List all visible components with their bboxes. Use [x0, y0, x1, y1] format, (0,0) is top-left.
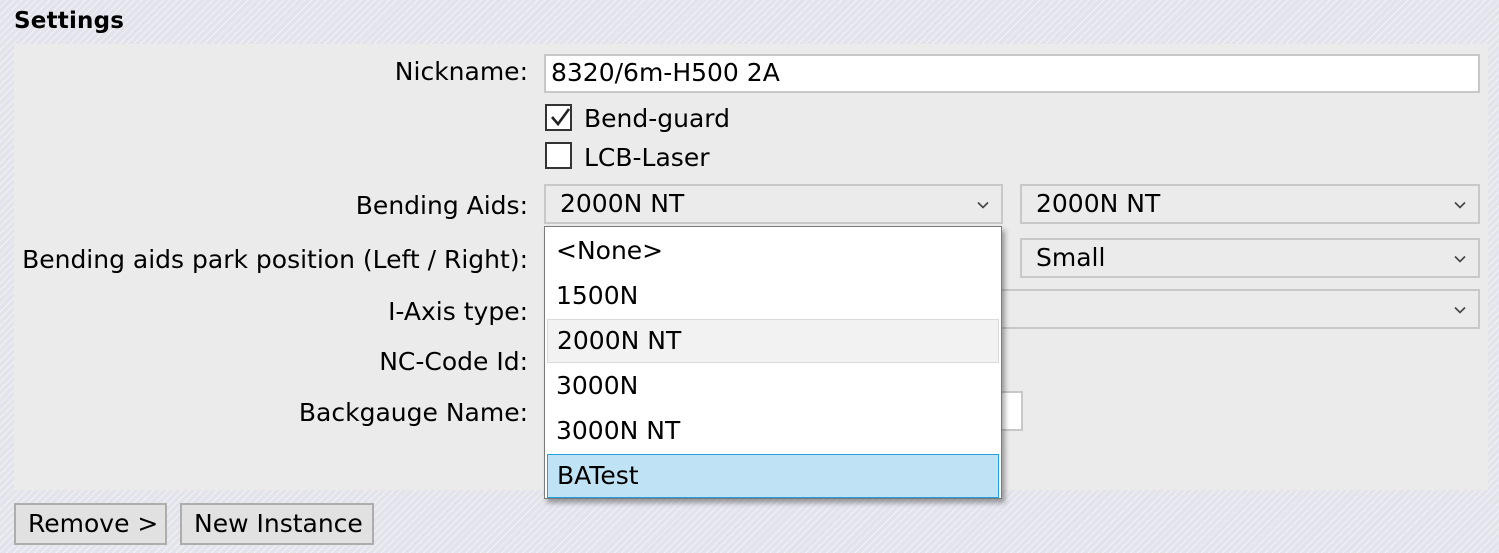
chevron-down-icon — [1454, 201, 1466, 209]
dropdown-option[interactable]: 1500N — [547, 275, 999, 319]
bending-aids-right-value: 2000N NT — [1036, 189, 1161, 218]
backgauge-label: Backgauge Name: — [298, 398, 528, 427]
dropdown-option[interactable]: 3000N NT — [547, 410, 999, 454]
nickname-input[interactable]: 8320/6m-H500 2A — [544, 54, 1480, 93]
bend-guard-label: Bend-guard — [584, 104, 731, 133]
lcb-laser-label: LCB-Laser — [584, 143, 710, 172]
bend-guard-checkbox[interactable] — [545, 104, 572, 131]
bending-aids-right-select[interactable]: 2000N NT — [1020, 184, 1480, 224]
dropdown-option-hovered[interactable]: 2000N NT — [547, 319, 999, 363]
park-position-label: Bending aids park position (Left / Right… — [22, 245, 528, 274]
chevron-down-icon — [1454, 255, 1466, 263]
nickname-label: Nickname: — [394, 57, 528, 86]
bending-aids-left-select[interactable]: 2000N NT — [544, 184, 1003, 224]
chevron-down-icon — [1454, 306, 1466, 314]
section-title: Settings — [14, 8, 125, 34]
lcb-laser-checkbox[interactable] — [545, 142, 572, 169]
chevron-down-icon — [977, 201, 989, 209]
remove-button[interactable]: Remove > — [14, 503, 167, 545]
dropdown-option[interactable]: 3000N — [547, 365, 999, 409]
park-position-right-select[interactable]: Small — [1020, 238, 1480, 278]
nc-code-label: NC-Code Id: — [379, 347, 528, 376]
dropdown-option[interactable]: <None> — [547, 230, 999, 274]
dropdown-option-highlighted[interactable]: BATest — [547, 454, 999, 498]
new-instance-button[interactable]: New Instance — [180, 503, 374, 545]
bending-aids-label: Bending Aids: — [355, 191, 528, 220]
bending-aids-left-value: 2000N NT — [560, 189, 685, 218]
bending-aids-dropdown-list: <None> 1500N 2000N NT 3000N 3000N NT BAT… — [544, 226, 1002, 499]
checkmark-icon — [551, 108, 571, 127]
i-axis-label: I-Axis type: — [388, 297, 528, 326]
i-axis-select[interactable] — [990, 289, 1480, 329]
park-position-right-value: Small — [1036, 243, 1106, 272]
